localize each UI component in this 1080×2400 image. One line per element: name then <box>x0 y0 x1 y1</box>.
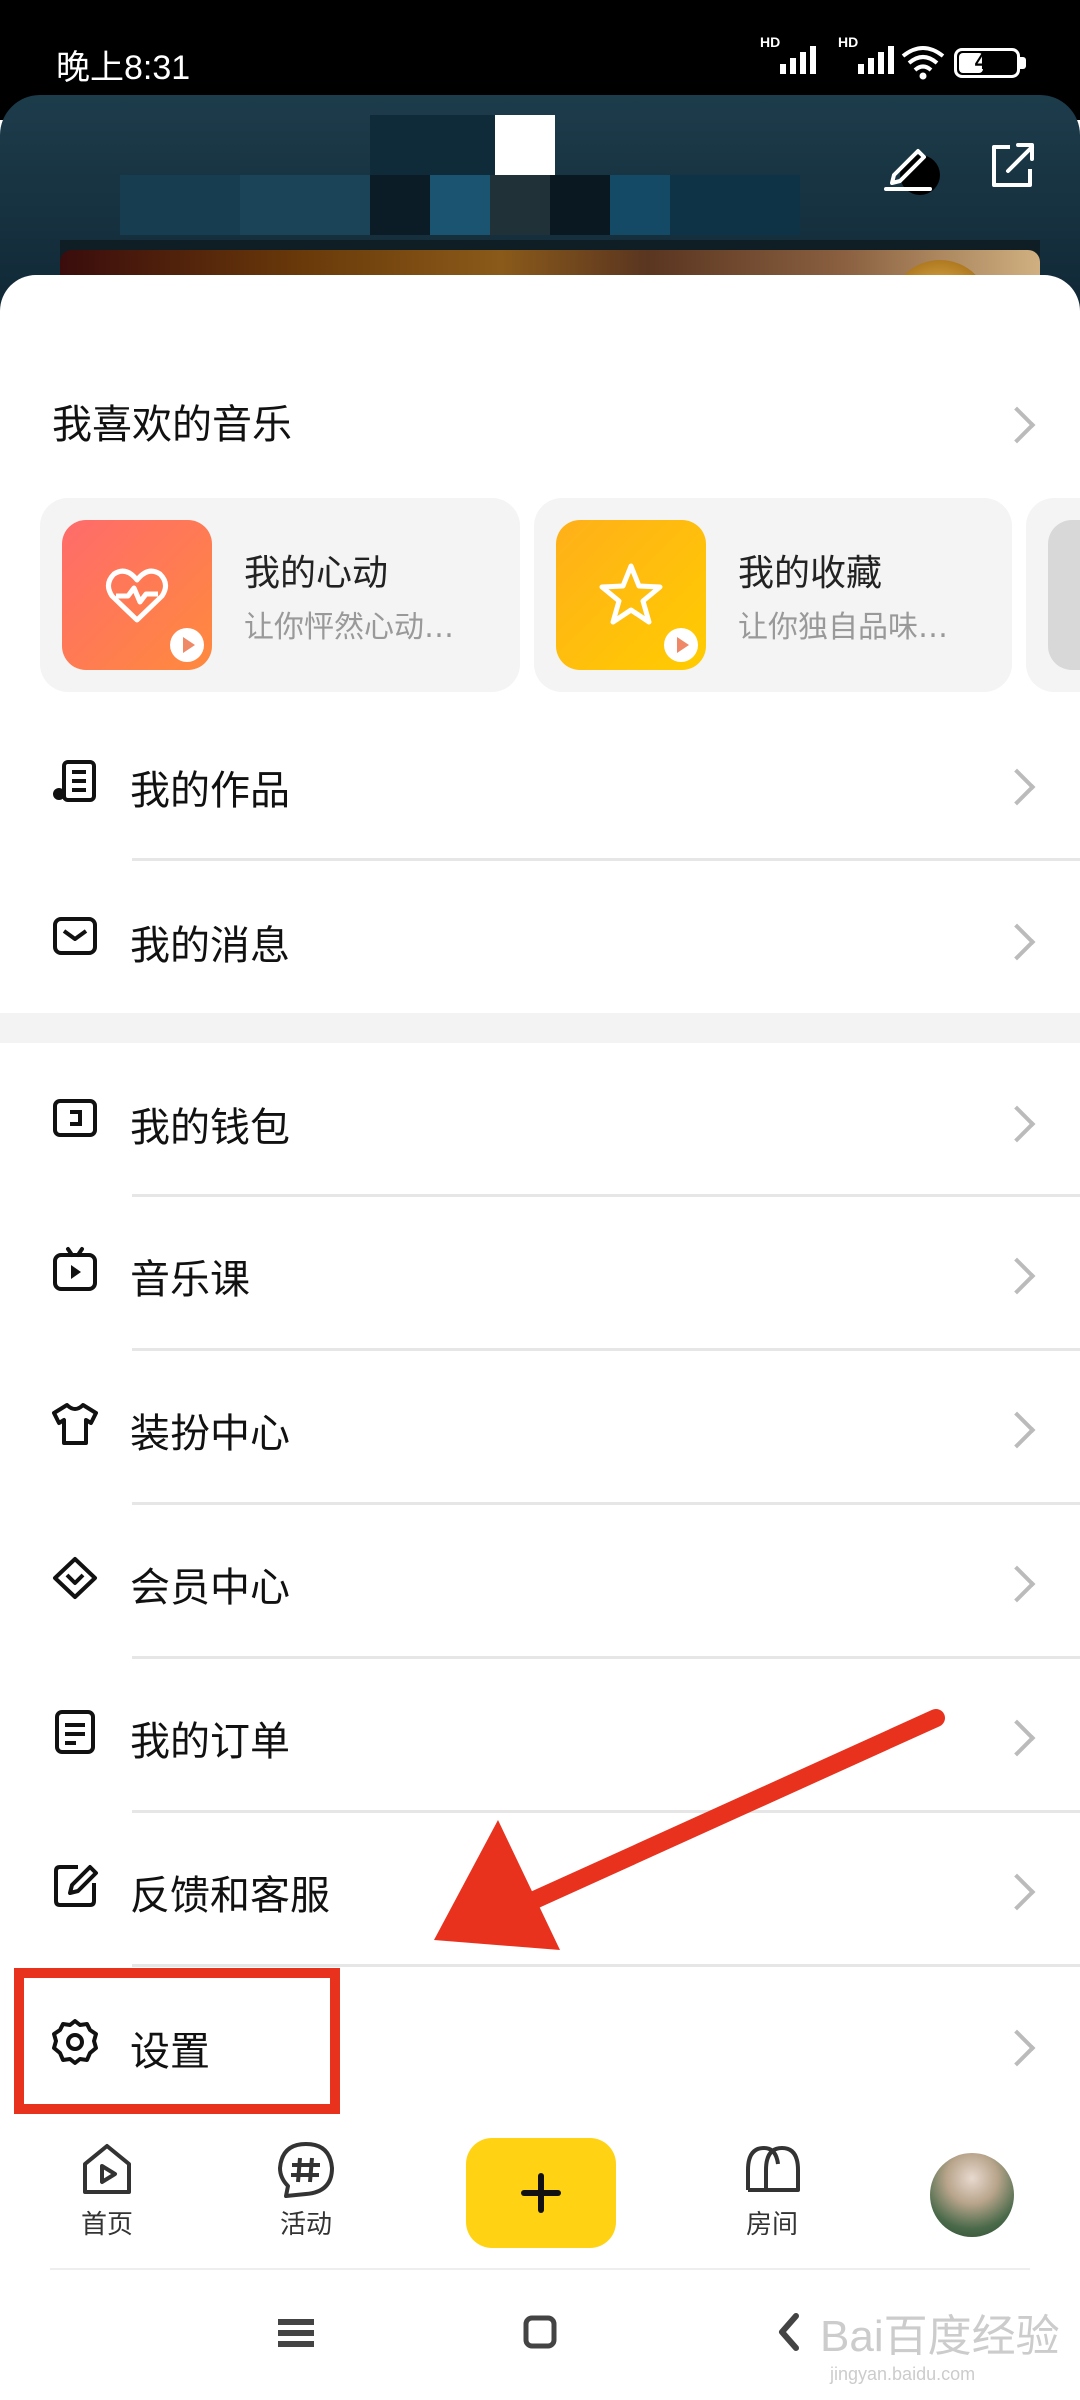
favorites-title[interactable]: 我喜欢的音乐 <box>52 392 292 450</box>
menu-label: 我的消息 <box>130 923 290 969</box>
heart-pulse-icon <box>106 568 168 623</box>
mosaic-block <box>610 175 670 235</box>
wifi-icon <box>901 46 945 80</box>
order-icon <box>55 1710 95 1754</box>
menu-label: 我的钱包 <box>130 1105 290 1151</box>
menu-label: 我的订单 <box>130 1719 290 1765</box>
chevron-right-icon <box>998 1257 1036 1295</box>
mosaic-block <box>670 175 800 235</box>
menu-label: 会员中心 <box>130 1565 290 1611</box>
menu-my-works[interactable]: 我的作品 <box>0 706 1080 858</box>
battery-icon: 40 <box>954 48 1020 78</box>
nav-label: 首页 <box>80 2210 133 2240</box>
mosaic-block <box>240 175 370 235</box>
home-play-icon <box>83 2144 131 2194</box>
room-people-icon <box>746 2145 800 2192</box>
chevron-right-icon <box>998 1565 1036 1603</box>
mosaic-block <box>370 115 495 175</box>
mosaic-block <box>370 175 430 235</box>
menu-dressup-center[interactable]: 装扮中心 <box>0 1351 1080 1503</box>
mail-icon <box>53 917 97 955</box>
avatar[interactable] <box>930 2153 1014 2237</box>
nav-home[interactable]: 首页 <box>47 2140 167 2241</box>
annotation-arrow <box>434 1709 945 1950</box>
video-lesson-icon <box>53 1247 97 1291</box>
card-partial[interactable] <box>1026 498 1080 692</box>
card-heartbeat[interactable]: 我的心动 让你怦然心动… <box>40 498 520 692</box>
hashtag-icon <box>278 2142 334 2198</box>
shirt-icon <box>52 1403 98 1445</box>
card-title: 我的心动 <box>244 553 389 594</box>
highlight-box <box>14 1968 340 2114</box>
mosaic-block <box>490 175 550 235</box>
chevron-right-icon <box>998 768 1036 806</box>
create-button[interactable] <box>466 2138 616 2248</box>
chevron-right-icon <box>998 1719 1036 1757</box>
signal-2-icon: HD <box>838 34 894 74</box>
feedback-icon <box>54 1865 98 1907</box>
mosaic-block <box>430 175 490 235</box>
play-icon[interactable] <box>664 628 698 662</box>
mosaic-block <box>120 175 240 235</box>
nav-activity[interactable]: 活动 <box>246 2140 366 2241</box>
card-title: 我的收藏 <box>738 553 883 594</box>
chevron-right-icon <box>998 2029 1036 2067</box>
chevron-right-icon <box>998 923 1036 961</box>
status-time: 晚上8:31 <box>56 49 191 87</box>
nav-label: 活动 <box>279 2210 332 2240</box>
battery-tip <box>1020 57 1026 69</box>
share-icon[interactable] <box>982 135 1042 195</box>
back-icon[interactable] <box>774 2312 804 2352</box>
play-icon[interactable] <box>170 628 204 662</box>
section-gap <box>0 1013 1080 1043</box>
edit-icon[interactable] <box>878 135 938 195</box>
menu-vip-center[interactable]: 会员中心 <box>0 1505 1080 1657</box>
partial-thumb <box>1048 520 1080 670</box>
chevron-right-icon <box>998 1105 1036 1143</box>
menu-label: 反馈和客服 <box>130 1873 330 1919</box>
nav-label: 房间 <box>745 2210 798 2240</box>
music-list-icon <box>53 760 96 802</box>
chevron-right-icon <box>998 1411 1036 1449</box>
menu-my-messages[interactable]: 我的消息 <box>0 861 1080 1013</box>
watermark: Bai百度经验 jingyan.baidu.com <box>820 2312 1060 2384</box>
signal-1-icon: HD <box>760 34 816 74</box>
wallet-icon <box>53 1099 97 1137</box>
diamond-icon <box>53 1557 97 1599</box>
menu-label: 装扮中心 <box>130 1411 290 1457</box>
card-collection[interactable]: 我的收藏 让你独自品味… <box>534 498 1012 692</box>
chevron-right-icon <box>998 1873 1036 1911</box>
menu-label: 我的作品 <box>130 768 290 814</box>
nav-room[interactable]: 房间 <box>712 2140 832 2241</box>
home-icon[interactable] <box>522 2314 558 2350</box>
menu-label: 音乐课 <box>130 1257 250 1303</box>
menu-music-lesson[interactable]: 音乐课 <box>0 1197 1080 1349</box>
menu-icon[interactable] <box>276 2316 316 2350</box>
menu-wallet[interactable]: 我的钱包 <box>0 1043 1080 1195</box>
card-subtitle: 让你独自品味… <box>738 610 948 645</box>
mosaic-block <box>550 175 610 235</box>
card-subtitle: 让你怦然心动… <box>244 610 454 645</box>
star-icon <box>599 563 663 625</box>
mosaic-block <box>495 115 555 175</box>
